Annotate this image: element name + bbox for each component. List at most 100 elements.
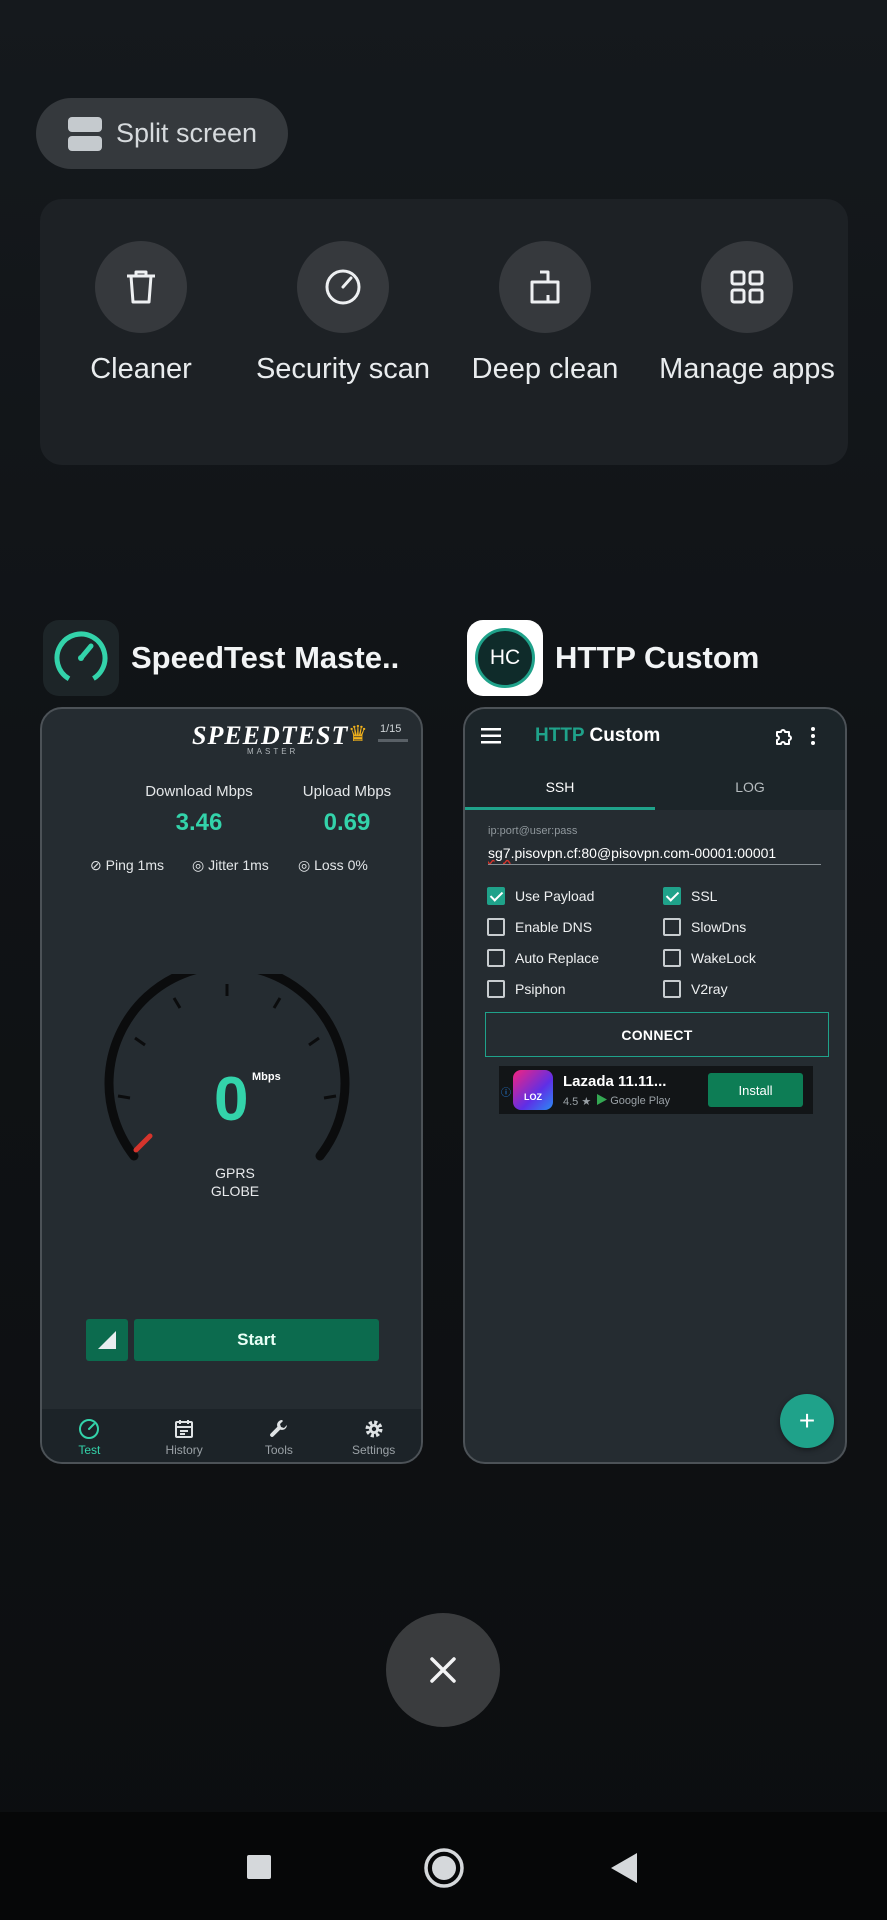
- system-navigation-bar: [0, 1812, 887, 1920]
- upload-label: Upload Mbps: [302, 783, 392, 800]
- wakelock-checkbox[interactable]: WakeLock: [663, 949, 756, 967]
- upload-value: 0.69: [323, 809, 371, 836]
- home-circle-icon[interactable]: [423, 1847, 465, 1894]
- speedtest-bottom-nav: Test History Tools Settings: [42, 1409, 421, 1462]
- crown-icon[interactable]: ♛: [348, 721, 368, 747]
- enable-dns-checkbox[interactable]: Enable DNS: [487, 918, 592, 936]
- nav-settings-label: Settings: [351, 1442, 396, 1457]
- manage-apps-button[interactable]: Manage apps: [646, 241, 848, 388]
- loss-metric: ◎ Loss 0%: [298, 857, 368, 874]
- ad-title: Lazada 11.11...: [563, 1073, 667, 1090]
- ad-rating: 4.5 ★: [563, 1095, 592, 1108]
- puzzle-icon[interactable]: [773, 725, 795, 752]
- speedtest-app-header[interactable]: SpeedTest Maste..: [43, 620, 399, 696]
- recents-square-icon[interactable]: [246, 1854, 272, 1885]
- checkbox-icon: [663, 918, 681, 936]
- gear-icon: [363, 1417, 385, 1441]
- server-input[interactable]: sg7.pisovpn.cf:80@pisovpn.com-00001:0000…: [488, 845, 821, 865]
- calendar-icon: [173, 1417, 195, 1441]
- carrier-name: GLOBE: [210, 1183, 260, 1199]
- add-fab-button[interactable]: +: [780, 1394, 834, 1448]
- ad-banner[interactable]: ⓘ LOZ Lazada 11.11... 4.5 ★ Google Play …: [499, 1066, 813, 1114]
- http-custom-app-header[interactable]: HC HTTP Custom: [467, 620, 759, 696]
- ad-rating-row: 4.5 ★ Google Play: [563, 1094, 670, 1108]
- ad-store: Google Play: [610, 1095, 671, 1107]
- network-info: GPRS GLOBE: [160, 1164, 310, 1200]
- enable-dns-label: Enable DNS: [515, 919, 593, 935]
- download-label: Download Mbps: [145, 783, 253, 800]
- tab-log[interactable]: LOG: [655, 779, 845, 795]
- deep-clean-label: Deep clean: [471, 353, 619, 385]
- split-screen-icon: [68, 116, 102, 151]
- download-value: 3.46: [175, 809, 223, 836]
- gauge-unit: Mbps: [252, 1071, 281, 1083]
- ad-install-button[interactable]: Install: [708, 1073, 803, 1107]
- ad-icon-text: LOZ: [524, 1092, 542, 1102]
- quick-tools-panel: Cleaner Security scan Deep clean Manage …: [40, 199, 848, 465]
- page-counter: 1/15: [380, 723, 402, 735]
- speedtest-app-title: SpeedTest Maste..: [131, 640, 400, 675]
- checkbox-checked-icon: [487, 887, 505, 905]
- psiphon-label: Psiphon: [515, 981, 566, 997]
- cleaner-button[interactable]: Cleaner: [40, 241, 242, 388]
- checkbox-icon: [487, 918, 505, 936]
- start-button[interactable]: Start: [134, 1319, 379, 1361]
- slowdns-label: SlowDns: [691, 919, 747, 935]
- ad-info-icon[interactable]: ⓘ: [501, 1084, 511, 1099]
- use-payload-checkbox[interactable]: Use Payload: [487, 887, 594, 905]
- hamburger-menu-icon[interactable]: [481, 727, 503, 750]
- manage-apps-label: Manage apps: [659, 353, 835, 385]
- loss-text: Loss 0%: [314, 857, 368, 873]
- checkbox-icon: [663, 980, 681, 998]
- close-icon: [430, 1657, 456, 1683]
- server-input-lead: sg7: [488, 845, 511, 861]
- v2ray-label: V2ray: [691, 981, 728, 997]
- ping-icon: ⊘: [90, 857, 102, 873]
- nav-history-label: History: [165, 1442, 203, 1457]
- http-custom-app-title: HTTP Custom: [555, 640, 760, 675]
- jitter-metric: ◎ Jitter 1ms: [192, 857, 269, 874]
- nav-history[interactable]: History: [137, 1409, 232, 1462]
- http-custom-logo: HC: [475, 628, 535, 688]
- jitter-icon: ◎: [192, 857, 205, 873]
- signal-button[interactable]: [86, 1319, 128, 1361]
- auto-replace-label: Auto Replace: [515, 950, 600, 966]
- nav-tools[interactable]: Tools: [232, 1409, 327, 1462]
- close-all-button[interactable]: [386, 1613, 500, 1727]
- server-input-rest: .pisovpn.cf:80@pisovpn.com-00001:00001: [510, 845, 777, 861]
- checkbox-icon: [487, 980, 505, 998]
- cleaner-label: Cleaner: [90, 353, 192, 385]
- speedtest-app-preview[interactable]: SPEEDTEST MASTER ♛ 1/15 Download Mbps 3.…: [40, 707, 423, 1464]
- gauge-value: 0: [214, 1065, 249, 1134]
- ping-metric: ⊘ Ping 1ms: [90, 857, 164, 874]
- title-rest: Custom: [584, 725, 661, 746]
- back-triangle-icon[interactable]: [611, 1853, 637, 1888]
- ssl-checkbox[interactable]: SSL: [663, 887, 717, 905]
- slowdns-checkbox[interactable]: SlowDns: [663, 918, 746, 936]
- http-custom-app-preview[interactable]: HTTP Custom SSH LOG ip:port@user:pass sg…: [463, 707, 847, 1464]
- speedtest-app-icon: [43, 620, 119, 696]
- lazada-app-icon: LOZ: [513, 1070, 553, 1110]
- nav-settings[interactable]: Settings: [326, 1409, 421, 1462]
- more-vert-icon[interactable]: [809, 726, 817, 751]
- security-scan-button[interactable]: Security scan: [242, 241, 444, 388]
- gauge-needle: [133, 1133, 153, 1153]
- tab-ssh[interactable]: SSH: [465, 779, 655, 795]
- google-play-icon: [597, 1094, 608, 1108]
- split-screen-button[interactable]: Split screen: [36, 98, 288, 169]
- checkbox-icon: [663, 949, 681, 967]
- trash-icon: [95, 241, 187, 333]
- nav-tools-label: Tools: [264, 1442, 293, 1457]
- deep-clean-button[interactable]: Deep clean: [444, 241, 646, 388]
- psiphon-checkbox[interactable]: Psiphon: [487, 980, 566, 998]
- auto-replace-checkbox[interactable]: Auto Replace: [487, 949, 599, 967]
- page-progress-bar: [378, 739, 408, 742]
- checkbox-icon: [487, 949, 505, 967]
- connect-button[interactable]: CONNECT: [485, 1012, 829, 1057]
- wrench-icon: [268, 1417, 290, 1441]
- v2ray-checkbox[interactable]: V2ray: [663, 980, 728, 998]
- ping-text: Ping 1ms: [105, 857, 164, 873]
- checkbox-checked-icon: [663, 887, 681, 905]
- nav-test[interactable]: Test: [42, 1409, 137, 1462]
- wakelock-label: WakeLock: [691, 950, 756, 966]
